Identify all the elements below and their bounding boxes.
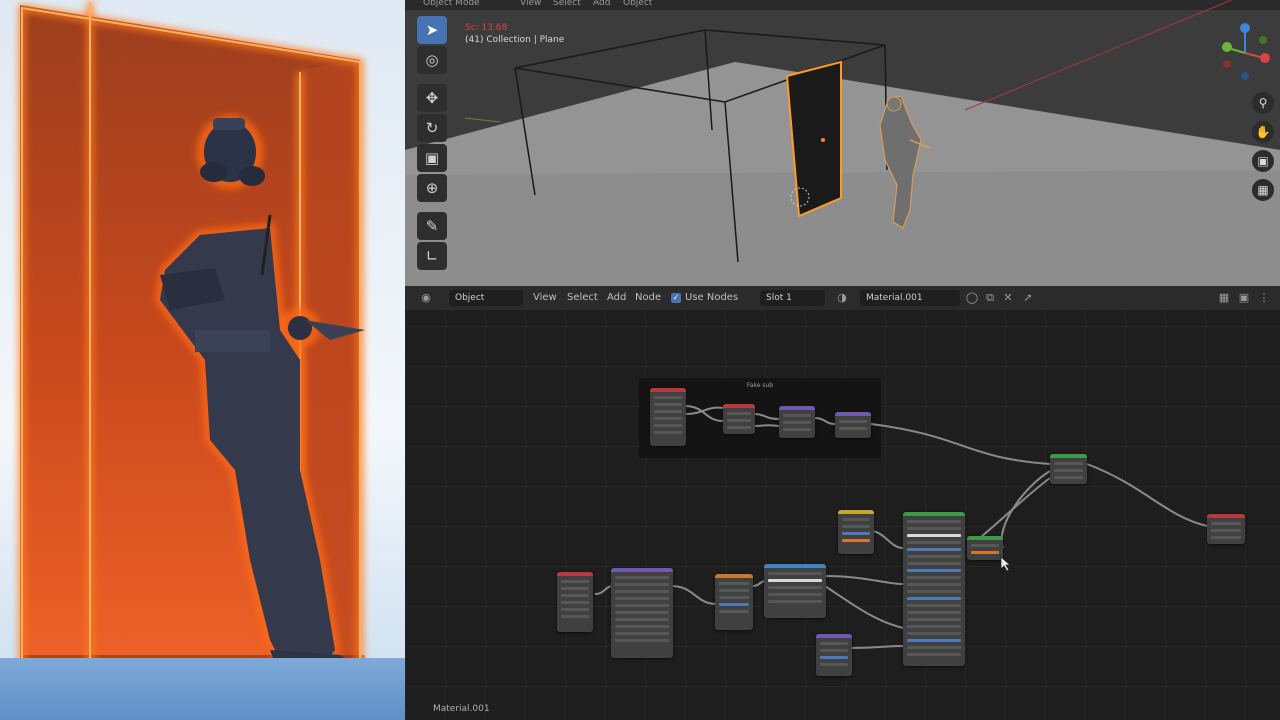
ground-plane bbox=[0, 658, 405, 720]
camera-view-icon[interactable]: ▣ bbox=[1252, 150, 1274, 172]
node-separate-xyz[interactable] bbox=[723, 404, 755, 434]
node-transparent-bsdf[interactable] bbox=[967, 536, 1003, 560]
render-preview bbox=[0, 0, 405, 720]
render-illustration bbox=[19, 2, 378, 715]
shader-node-editor[interactable]: ◉ Object View Select Add Node ✓ Use Node… bbox=[405, 286, 1280, 720]
move-icon[interactable]: ✥ bbox=[417, 84, 447, 112]
transform-icon[interactable]: ⊕ bbox=[417, 174, 447, 202]
node-principled-bsdf[interactable] bbox=[903, 512, 965, 666]
node-noise-texture[interactable] bbox=[715, 574, 753, 630]
node-math-1[interactable] bbox=[779, 406, 815, 438]
navigation-gizmo-icon[interactable] bbox=[1220, 18, 1270, 88]
rotate-icon[interactable]: ↻ bbox=[417, 114, 447, 142]
node-mix-shader[interactable] bbox=[1050, 454, 1087, 484]
perspective-icon[interactable]: ▦ bbox=[1252, 179, 1274, 201]
time-text: Sc: 13.68 bbox=[465, 23, 508, 33]
node-math-3[interactable] bbox=[816, 634, 852, 676]
cursor-icon[interactable]: ◎ bbox=[417, 46, 447, 74]
mouse-cursor-icon bbox=[1000, 556, 1012, 572]
node-color-attribute[interactable] bbox=[838, 510, 874, 554]
nav-buttons: ⚲ ✋ ▣ ▦ bbox=[1252, 92, 1278, 208]
node-math-2[interactable] bbox=[835, 412, 871, 438]
node-texture-coord[interactable] bbox=[650, 388, 686, 446]
collection-text: (41) Collection | Plane bbox=[465, 35, 565, 45]
node-mapping[interactable] bbox=[611, 568, 673, 658]
node-material-output[interactable] bbox=[1207, 514, 1245, 544]
3d-viewport[interactable]: Object Mode View Select Add Object Sc: 1… bbox=[405, 0, 1280, 286]
annotate-icon[interactable]: ✎ bbox=[417, 212, 447, 240]
status-material-name: Material.001 bbox=[433, 704, 490, 714]
node-color-ramp[interactable] bbox=[764, 564, 826, 618]
viewport-info: Sc: 13.68 (41) Collection | Plane bbox=[465, 22, 564, 46]
toolbar: ➤ ◎ ✥ ↻ ▣ ⊕ ✎ ∟ bbox=[415, 16, 449, 286]
select-box-icon[interactable]: ➤ bbox=[417, 16, 447, 44]
measure-icon[interactable]: ∟ bbox=[417, 242, 447, 270]
zoom-icon[interactable]: ⚲ bbox=[1252, 92, 1274, 114]
node-texture-coordinate-2[interactable] bbox=[557, 572, 593, 632]
pan-icon[interactable]: ✋ bbox=[1252, 121, 1274, 143]
scale-icon[interactable]: ▣ bbox=[417, 144, 447, 172]
